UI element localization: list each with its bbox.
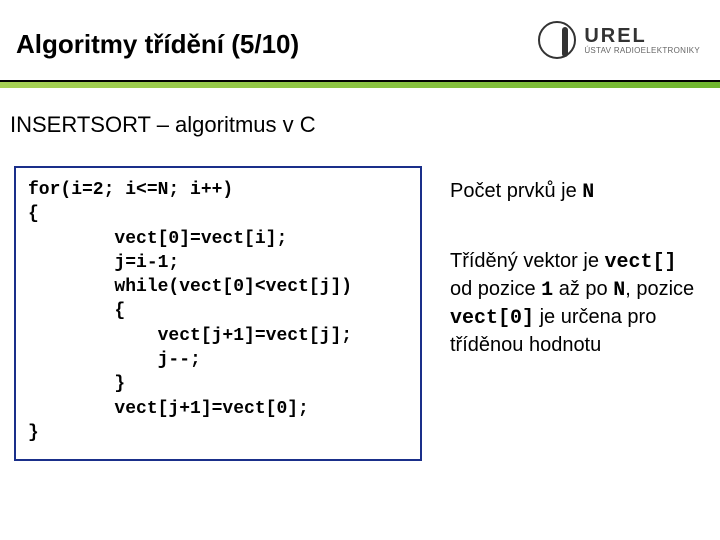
code-block: for(i=2; i<=N; i++) { vect[0]=vect[i]; j… [14, 166, 422, 461]
note-text: až po [553, 278, 613, 300]
slide-subtitle: INSERTSORT – algoritmus v C [10, 112, 316, 138]
note-paragraph: Tříděný vektor je vect[] od pozice 1 až … [450, 248, 702, 358]
code-line: for(i=2; i<=N; i++) [28, 180, 233, 200]
logo-text: UREL ÚSTAV RADIOELEKTRONIKY [584, 26, 700, 55]
urel-logo-icon [538, 21, 576, 59]
code-line: { [28, 301, 125, 321]
logo: UREL ÚSTAV RADIOELEKTRONIKY [538, 21, 700, 59]
title-bar: Algoritmy třídění (5/10) UREL ÚSTAV RADI… [0, 0, 720, 82]
code-inline: vect[] [605, 251, 677, 274]
divider-strip [0, 82, 720, 88]
slide-title: Algoritmy třídění (5/10) [16, 21, 299, 60]
side-notes: Počet prvků je N Tříděný vektor je vect[… [450, 178, 702, 358]
code-line: j--; [28, 350, 201, 370]
code-line: vect[0]=vect[i]; [28, 229, 287, 249]
code-line: while(vect[0]<vect[j]) [28, 277, 352, 297]
logo-name: UREL [584, 26, 700, 46]
code-line: vect[j+1]=vect[j]; [28, 326, 352, 346]
code-inline: vect[0] [450, 307, 534, 330]
note-text: , pozice [625, 278, 694, 300]
note-text: Tříděný vektor je [450, 250, 605, 272]
logo-subtitle: ÚSTAV RADIOELEKTRONIKY [584, 46, 700, 55]
code-line: vect[j+1]=vect[0]; [28, 399, 309, 419]
code-line: { [28, 204, 39, 224]
code-line: } [28, 423, 39, 443]
code-inline: 1 [541, 279, 553, 302]
note-text: od pozice [450, 278, 541, 300]
code-inline: N [582, 181, 594, 204]
code-line: j=i-1; [28, 253, 179, 273]
code-inline: N [613, 279, 625, 302]
code-line: } [28, 374, 125, 394]
note-text: Počet prvků je [450, 180, 582, 202]
note-paragraph: Počet prvků je N [450, 178, 702, 206]
